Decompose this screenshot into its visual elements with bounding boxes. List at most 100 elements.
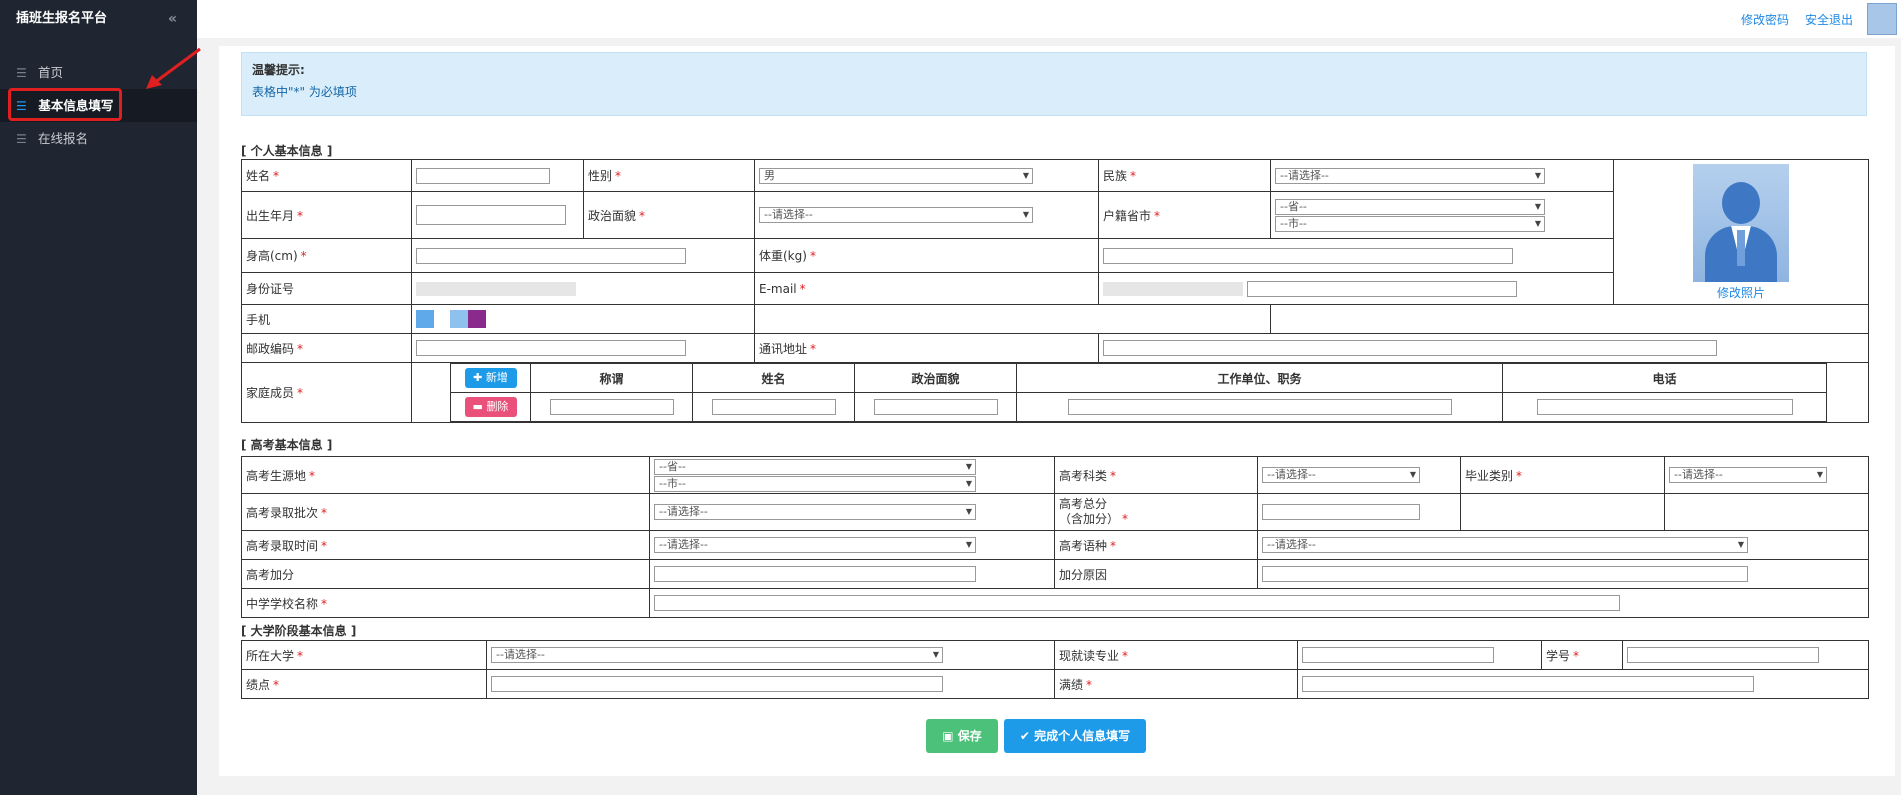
email-input[interactable] <box>1247 280 1517 297</box>
annotation-highlight-box <box>8 88 122 121</box>
label-text: 高考科类 <box>1059 468 1108 483</box>
sidebar-item-label: 首页 <box>37 65 63 80</box>
label-text: 姓名 <box>246 169 271 183</box>
label-text: 通讯地址 <box>759 341 808 356</box>
label-text: 邮政编码 <box>246 341 295 356</box>
brand-label: 插班生报名平台 <box>16 11 108 26</box>
label-text: 高考录取时间 <box>246 538 319 553</box>
photo-cell: 修改照片 <box>1613 159 1869 305</box>
major-input[interactable] <box>1302 647 1494 663</box>
idcard-redacted <box>416 281 576 296</box>
score-input[interactable] <box>1302 676 1754 692</box>
label-lang: 高考语种 * <box>1054 530 1258 560</box>
subject-select[interactable]: --请选择-- <box>1262 467 1420 483</box>
name-input[interactable] <box>416 167 550 184</box>
birth-input[interactable] <box>416 205 566 225</box>
sidebar-item-online-apply[interactable]: ☰ 在线报名 <box>0 122 197 155</box>
gpa-input[interactable] <box>491 676 943 692</box>
label-text: 加分原因 <box>1059 567 1108 582</box>
time-select[interactable]: --请选择-- <box>654 537 976 553</box>
ethnicity-select[interactable]: --请选择-- <box>1275 167 1545 184</box>
change-password-link[interactable]: 修改密码 <box>1741 11 1789 28</box>
delete-family-button[interactable]: ▬ 删除 <box>464 397 517 417</box>
sidebar: 插班生报名平台 « ☰ 首页 ☰ 基本信息填写 ☰ 在线报名 <box>0 0 197 795</box>
label-height: 身高(cm) * <box>241 238 412 273</box>
finish-button[interactable]: ✔ 完成个人信息填写 <box>1004 719 1146 753</box>
tip-title: 温馨提示: <box>252 63 305 77</box>
label-text: 高考语种 <box>1059 538 1108 553</box>
student-no-input[interactable] <box>1627 647 1819 663</box>
hukou-province-select[interactable]: --省-- <box>1275 198 1545 215</box>
label-university: 所在大学 * <box>241 640 487 670</box>
tip-box: 温馨提示: 表格中"*" 为必填项 <box>241 52 1867 116</box>
family-phone-input[interactable] <box>1536 399 1793 415</box>
avatar[interactable] <box>1867 3 1897 35</box>
lang-select[interactable]: --请选择-- <box>1262 537 1748 553</box>
hukou-city-select[interactable]: --市-- <box>1275 215 1545 232</box>
family-header: 电话 <box>1502 363 1827 393</box>
save-label: 保存 <box>957 729 982 743</box>
label-text: 性别 <box>588 169 613 183</box>
check-icon: ✔ <box>1019 729 1030 743</box>
origin-city-select[interactable]: --市-- <box>654 475 976 492</box>
address-input[interactable] <box>1103 340 1717 356</box>
label-family: 家庭成员 * <box>241 362 412 423</box>
bonus-input[interactable] <box>654 566 976 582</box>
height-input[interactable] <box>416 247 686 264</box>
school-input[interactable] <box>654 595 1620 611</box>
add-family-button[interactable]: ✚ 新增 <box>464 368 517 388</box>
label-text: 中学学校名称 <box>246 596 319 611</box>
grad-type-select[interactable]: --请选择-- <box>1669 467 1827 483</box>
label-gender: 性别 * <box>583 159 755 192</box>
label-weight: 体重(kg) * <box>754 238 1099 273</box>
label-score: 满绩 * <box>1054 669 1298 699</box>
label-text: 身高(cm) <box>246 249 298 263</box>
label-text: 政治面貌 <box>588 208 637 223</box>
family-header: 姓名 <box>692 363 855 393</box>
weight-input[interactable] <box>1103 247 1513 264</box>
postcode-input[interactable] <box>416 340 686 356</box>
university-select[interactable]: --请选择-- <box>491 647 943 663</box>
tip-text: 表格中"*" 为必填项 <box>252 85 357 99</box>
label-name: 姓名 * <box>241 159 412 192</box>
family-name-input[interactable] <box>711 399 836 415</box>
label-text: 家庭成员 <box>246 386 295 400</box>
label-text: 出生年月 <box>246 208 295 223</box>
mobile-redacted <box>468 310 486 328</box>
sidebar-item-label: 在线报名 <box>37 131 88 146</box>
save-button[interactable]: ▣ 保存 <box>926 719 998 753</box>
origin-province-select[interactable]: --省-- <box>654 458 976 475</box>
label-text: 毕业类别 <box>1465 468 1514 483</box>
bonus-reason-input[interactable] <box>1262 566 1748 582</box>
family-relation-input[interactable] <box>549 399 674 415</box>
logout-link[interactable]: 安全退出 <box>1805 11 1853 28</box>
college-info-table: 所在大学* --请选择-- 现就读专业* 学号* 绩点* 满绩* <box>241 640 1869 699</box>
label-text: 户籍省市 <box>1103 208 1152 223</box>
label-student-no: 学号 * <box>1541 640 1623 670</box>
gender-select[interactable]: 男 <box>759 167 1033 184</box>
political-select[interactable]: --请选择-- <box>759 207 1033 223</box>
change-photo-link[interactable]: 修改照片 <box>1618 284 1864 301</box>
label-text: 绩点 <box>246 677 271 692</box>
family-political-input[interactable] <box>873 399 998 415</box>
section-personal-title: [ 个人基本信息 ] <box>241 144 333 158</box>
label-mobile: 手机 <box>241 304 412 334</box>
collapse-icon[interactable]: « <box>168 0 177 38</box>
label-birth: 出生年月 * <box>241 191 412 239</box>
label-address: 通讯地址 * <box>754 333 1099 363</box>
section-college-title: [ 大学阶段基本信息 ] <box>241 624 357 638</box>
label-time: 高考录取时间 * <box>241 530 650 560</box>
email-redacted <box>1103 281 1243 296</box>
batch-select[interactable]: --请选择-- <box>654 504 976 520</box>
label-hukou: 户籍省市 * <box>1098 191 1271 239</box>
label-text: E-mail <box>759 281 797 296</box>
label-text: 手机 <box>246 312 271 327</box>
total-score-input[interactable] <box>1262 504 1420 520</box>
personal-info-table: 姓名* 性别* 男 民族* --请选择-- 修改照片 出生年月* 政治面貌* -… <box>241 159 1869 423</box>
menu-icon: ☰ <box>16 66 27 80</box>
label-postcode: 邮政编码 * <box>241 333 412 363</box>
label-origin: 高考生源地 * <box>241 456 650 494</box>
mobile-redacted <box>416 310 434 328</box>
family-work-input[interactable] <box>1067 399 1452 415</box>
gaokao-info-table: 高考生源地* --省-- --市-- 高考科类* --请选择-- 毕业类别* -… <box>241 456 1869 618</box>
